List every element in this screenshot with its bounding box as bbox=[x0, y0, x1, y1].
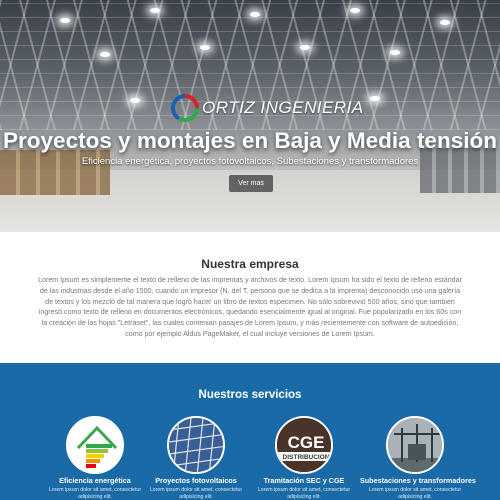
ceiling-lamp bbox=[130, 98, 140, 103]
warehouse-shelf bbox=[420, 148, 500, 193]
logo-mark-icon bbox=[170, 93, 200, 123]
cge-image-subtext: DISTRIBUCION bbox=[283, 454, 330, 461]
ceiling-lamp bbox=[150, 8, 160, 13]
servicios-section: Nuestros servicios Eficiencia energética… bbox=[0, 363, 500, 500]
ceiling-lamp bbox=[440, 20, 450, 25]
solar-panel-icon[interactable] bbox=[167, 416, 225, 474]
service-card-subestaciones[interactable]: Subestaciones y transformadores Lorem ip… bbox=[360, 416, 476, 500]
ceiling-lamp bbox=[350, 8, 360, 13]
service-name: Tramitación SEC y CGE bbox=[263, 476, 345, 485]
empresa-title: Nuestra empresa bbox=[201, 257, 299, 271]
substation-icon[interactable] bbox=[386, 416, 444, 474]
company-logo[interactable]: ORTIZ INGENIERIA bbox=[170, 92, 364, 124]
empresa-text: Lorem Ipsum es simplemente el texto de r… bbox=[38, 276, 462, 338]
ver-mas-button[interactable]: Ver mas bbox=[229, 175, 273, 192]
hero-title: Proyectos y montajes en Baja y Media ten… bbox=[3, 128, 497, 153]
servicios-title: Nuestros servicios bbox=[198, 389, 302, 401]
ceiling-lamp bbox=[100, 52, 110, 57]
service-card-eficiencia[interactable]: Eficiencia energética Lorem ipsum dolor … bbox=[40, 416, 150, 500]
service-desc: Lorem ipsum dolor sit amet, consectetur … bbox=[149, 487, 243, 500]
service-desc: Lorem ipsum dolor sit amet, consectetur … bbox=[48, 487, 142, 500]
service-desc: Lorem ipsum dolor sit amet, consectetur … bbox=[368, 487, 462, 500]
ceiling-lamp bbox=[390, 50, 400, 55]
ceiling-lamp bbox=[370, 96, 380, 101]
cge-logo-icon[interactable]: CGE DISTRIBUCION bbox=[275, 416, 333, 474]
ceiling-lamp bbox=[300, 45, 310, 50]
hero-subtitle: Eficiencia energética, proyectos fotovol… bbox=[81, 156, 419, 167]
service-card-fotovoltaicos[interactable]: Proyectos fotovoltaicos Lorem ipsum dolo… bbox=[141, 416, 251, 500]
logo-text: ORTIZ INGENIERIA bbox=[202, 98, 364, 117]
ceiling-lamp bbox=[200, 45, 210, 50]
energy-efficiency-icon[interactable] bbox=[66, 416, 124, 474]
ceiling-lamp bbox=[250, 12, 260, 17]
service-name: Proyectos fotovoltaicos bbox=[155, 476, 237, 485]
service-card-tramitacion[interactable]: CGE DISTRIBUCION Tramitación SEC y CGE L… bbox=[249, 416, 359, 500]
ceiling-lamp bbox=[60, 18, 70, 23]
service-desc: Lorem ipsum dolor sit amet, consectetur … bbox=[257, 487, 351, 500]
cge-image-text: CGE bbox=[288, 433, 325, 452]
service-name: Subestaciones y transformadores bbox=[360, 476, 476, 485]
service-name: Eficiencia energética bbox=[59, 476, 131, 485]
hero-banner: ORTIZ INGENIERIA Proyectos y montajes en… bbox=[0, 0, 500, 232]
